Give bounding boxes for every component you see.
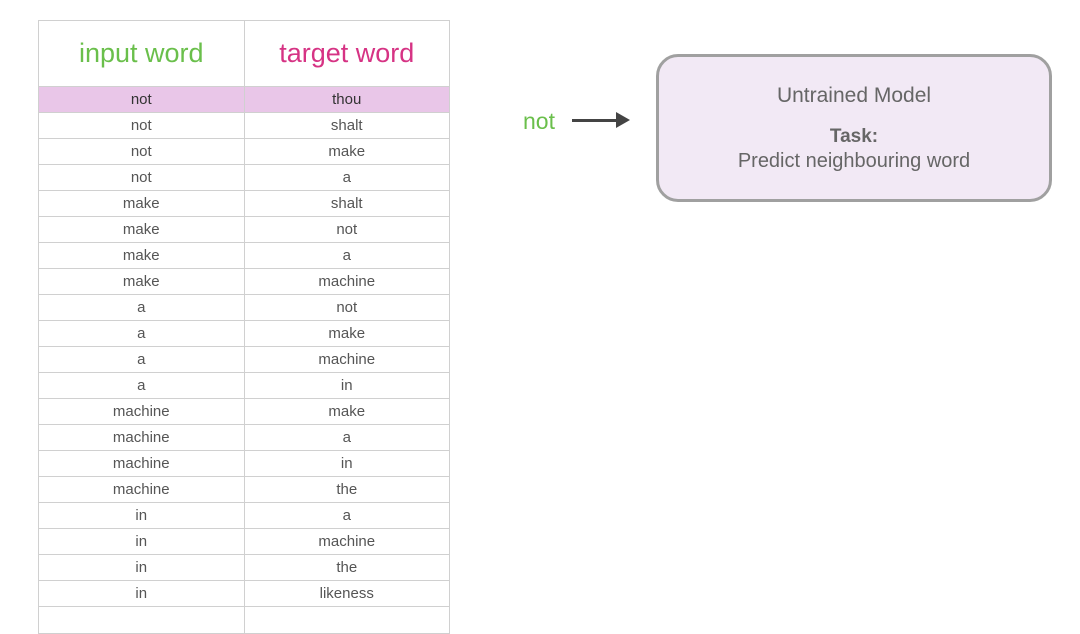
model-task-desc: Predict neighbouring word	[738, 150, 970, 173]
table-row: amachine	[39, 347, 449, 373]
cell-input: machine	[39, 425, 245, 450]
table-row: notmake	[39, 139, 449, 165]
table-row: ina	[39, 503, 449, 529]
table-body: notthounotshaltnotmakenotamakeshaltmaken…	[39, 87, 449, 633]
table-row: machinethe	[39, 477, 449, 503]
table-row: machinea	[39, 425, 449, 451]
table-row: anot	[39, 295, 449, 321]
cell-target: not	[245, 217, 450, 242]
table-row: inthe	[39, 555, 449, 581]
cell-target: shalt	[245, 191, 450, 216]
current-input-word: not	[523, 108, 555, 135]
table-row: notshalt	[39, 113, 449, 139]
header-target-word: target word	[245, 21, 450, 86]
cell-target: make	[245, 399, 450, 424]
table-row: machinein	[39, 451, 449, 477]
cell-input: in	[39, 529, 245, 554]
cell-input	[39, 607, 245, 633]
cell-input: make	[39, 269, 245, 294]
cell-input: in	[39, 581, 245, 606]
cell-target: not	[245, 295, 450, 320]
cell-target: make	[245, 321, 450, 346]
word-pair-table: input word target word notthounotshaltno…	[38, 20, 450, 634]
cell-target: the	[245, 477, 450, 502]
arrow-icon	[572, 118, 630, 122]
cell-input: make	[39, 243, 245, 268]
cell-target: in	[245, 373, 450, 398]
cell-input: a	[39, 347, 245, 372]
model-task-label: Task:	[830, 126, 878, 148]
table-row: makemachine	[39, 269, 449, 295]
cell-target: a	[245, 165, 450, 190]
cell-target: machine	[245, 347, 450, 372]
table-row: makea	[39, 243, 449, 269]
cell-target: machine	[245, 529, 450, 554]
cell-target	[245, 607, 450, 633]
cell-input: make	[39, 217, 245, 242]
model-title: Untrained Model	[777, 84, 931, 108]
cell-target: shalt	[245, 113, 450, 138]
table-row: inmachine	[39, 529, 449, 555]
table-row	[39, 607, 449, 633]
cell-input: a	[39, 295, 245, 320]
cell-input: machine	[39, 399, 245, 424]
table-row: nota	[39, 165, 449, 191]
cell-target: a	[245, 243, 450, 268]
cell-input: not	[39, 139, 245, 164]
cell-input: a	[39, 373, 245, 398]
model-box: Untrained Model Task: Predict neighbouri…	[656, 54, 1052, 202]
cell-target: likeness	[245, 581, 450, 606]
cell-input: not	[39, 113, 245, 138]
cell-target: a	[245, 425, 450, 450]
cell-target: in	[245, 451, 450, 476]
table-row: amake	[39, 321, 449, 347]
cell-input: not	[39, 87, 245, 112]
table-row: machinemake	[39, 399, 449, 425]
cell-target: make	[245, 139, 450, 164]
table-row: inlikeness	[39, 581, 449, 607]
cell-input: machine	[39, 451, 245, 476]
table-row: makenot	[39, 217, 449, 243]
cell-target: thou	[245, 87, 450, 112]
table-header: input word target word	[39, 21, 449, 87]
cell-input: not	[39, 165, 245, 190]
cell-target: a	[245, 503, 450, 528]
cell-target: the	[245, 555, 450, 580]
table-row: notthou	[39, 87, 449, 113]
cell-input: in	[39, 555, 245, 580]
table-row: ain	[39, 373, 449, 399]
cell-input: a	[39, 321, 245, 346]
cell-input: machine	[39, 477, 245, 502]
cell-input: make	[39, 191, 245, 216]
cell-target: machine	[245, 269, 450, 294]
table-row: makeshalt	[39, 191, 449, 217]
header-input-word: input word	[39, 21, 245, 86]
cell-input: in	[39, 503, 245, 528]
